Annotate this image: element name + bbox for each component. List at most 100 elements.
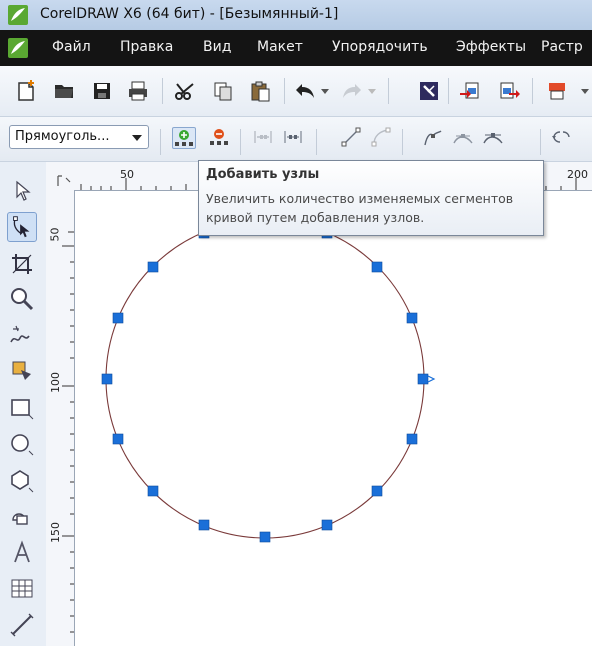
curve-node[interactable] [112,312,124,324]
curve-node[interactable] [417,373,429,385]
ruler-label: 100 [49,372,62,393]
to-curve-button[interactable] [370,127,394,149]
menu-edit[interactable]: Правка [120,39,173,55]
ruler-label: 150 [49,522,62,543]
join-nodes-icon [254,131,272,143]
export-icon[interactable] [497,79,521,103]
toolbar-separator [316,129,317,155]
menu-effects[interactable]: Эффекты [456,39,526,55]
smart-fill-tool-icon[interactable] [7,356,37,386]
to-curve-icon [371,127,391,147]
zoom-tool-icon[interactable] [7,284,37,314]
curve-node[interactable] [147,485,159,497]
curve-node[interactable] [112,433,124,445]
copy-icon[interactable] [211,79,235,103]
add-nodes-icon [175,130,193,146]
curve-node[interactable] [321,519,333,531]
to-line-icon [341,127,361,147]
menu-bitmaps[interactable]: Растр [541,39,583,55]
vertical-ruler[interactable]: 50 100 150 [46,190,75,646]
vertical-ruler-ticks [62,231,74,633]
shape-tool-button[interactable] [7,212,37,242]
curve-node[interactable] [371,261,383,273]
window-title: CorelDRAW X6 (64 бит) - [Безымянный-1] [40,6,339,22]
toolbar-separator [240,129,241,155]
curve-node[interactable] [406,433,418,445]
undo-icon[interactable] [293,79,317,103]
freehand-tool-icon[interactable] [7,320,37,350]
ellipse-tool-icon[interactable] [7,429,37,459]
cusp-node-button[interactable] [422,127,446,149]
toolbar-separator [162,78,163,104]
polygon-tool-icon[interactable] [7,466,37,496]
add-nodes-button[interactable] [172,127,196,149]
ruler-origin-icon[interactable] [56,174,72,188]
ruler-label: 50 [120,168,134,181]
curve-node[interactable] [198,519,210,531]
shape-tool-icon [13,216,30,238]
pick-tool-icon[interactable] [7,176,37,206]
tooltip-title: Добавить узлы [206,167,320,182]
crop-tool-icon[interactable] [7,249,37,279]
smooth-node-icon [453,134,473,144]
toolbar-separator [160,129,161,155]
new-document-icon[interactable] [14,79,38,103]
basic-shapes-tool-icon[interactable] [7,502,37,532]
drawing-canvas[interactable] [75,191,592,646]
print-icon[interactable] [126,79,150,103]
curve-node[interactable] [101,373,113,385]
import-icon[interactable] [458,79,482,103]
title-bar: CorelDRAW X6 (64 бит) - [Безымянный-1] [0,0,592,31]
reverse-direction-icon [552,131,570,143]
curve-node[interactable] [371,485,383,497]
property-bar: Прямоуголь... [0,117,592,162]
symmetrical-node-button[interactable] [482,127,506,149]
delete-nodes-button[interactable] [208,127,232,149]
app-menu-icon[interactable] [8,38,28,58]
break-curve-button[interactable] [282,127,306,149]
toolbar-separator [388,78,389,104]
add-nodes-tooltip: Добавить узлы Увеличить количество измен… [198,160,544,236]
paste-icon[interactable] [248,79,272,103]
menu-bar: Файл Правка Вид Макет Упорядочить Эффект… [0,30,592,66]
cut-icon[interactable] [173,79,197,103]
reverse-direction-button[interactable] [550,127,574,149]
break-curve-icon [284,131,302,143]
redo-dropdown-icon[interactable] [365,79,379,103]
redo-icon[interactable] [340,79,364,103]
table-tool-icon[interactable] [7,574,37,604]
symmetrical-node-icon [483,133,503,144]
undo-dropdown-icon[interactable] [318,79,332,103]
ruler-label: 200 [567,168,588,181]
cusp-node-icon [424,130,442,146]
publish-pdf-icon[interactable] [545,79,569,103]
open-folder-icon[interactable] [52,79,76,103]
canvas-drawing [101,219,436,543]
tooltip-body: Увеличить количество изменяемых сегменто… [206,191,514,225]
toolbar-separator [402,129,403,155]
start-node-arrow-icon [427,375,436,383]
join-nodes-button[interactable] [252,127,276,149]
rectangle-tool-icon[interactable] [7,393,37,423]
toolbar-separator [284,78,285,104]
menu-arrange[interactable]: Упорядочить [332,39,428,55]
text-tool-icon[interactable] [7,538,37,568]
toolbar-separator [448,78,449,104]
menu-view[interactable]: Вид [203,39,231,55]
to-line-button[interactable] [340,127,364,149]
dimension-tool-icon[interactable] [7,610,37,640]
toolbar-separator [540,129,541,155]
save-icon[interactable] [90,79,114,103]
selection-mode-combo[interactable]: Прямоуголь... [9,125,149,149]
coreldraw-logo-icon [8,5,28,25]
standard-toolbar [0,66,592,117]
publish-dropdown-icon[interactable] [578,79,592,103]
curve-node[interactable] [259,531,271,543]
search-content-icon[interactable] [417,79,441,103]
curve-node[interactable] [147,261,159,273]
chevron-down-icon [132,135,142,141]
smooth-node-button[interactable] [452,127,476,149]
curve-node[interactable] [406,312,418,324]
menu-layout[interactable]: Макет [257,39,303,55]
menu-file[interactable]: Файл [52,39,91,55]
